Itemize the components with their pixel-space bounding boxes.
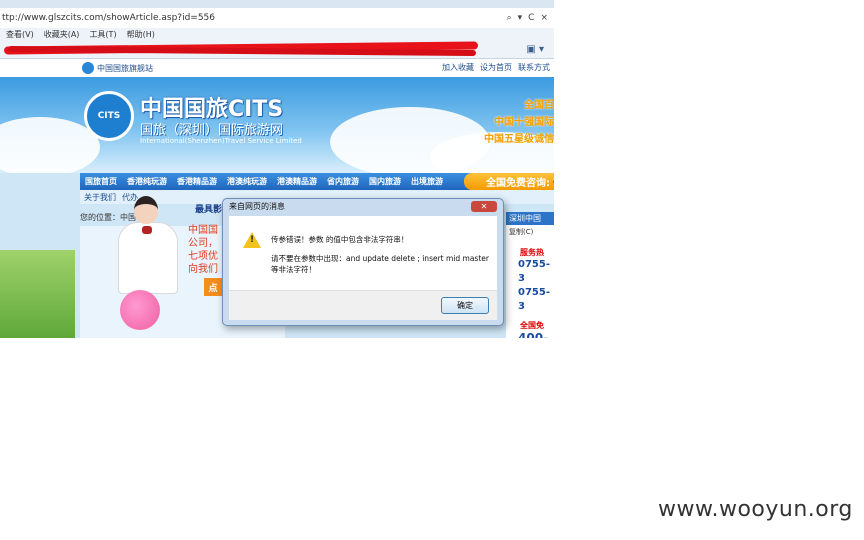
free-call-label: 全国免 <box>520 321 544 330</box>
grass-image <box>0 250 75 338</box>
dropdown-icon[interactable]: ▾ <box>518 13 523 23</box>
nav-domestic[interactable]: 国内旅游 <box>364 176 406 187</box>
slogan-line: 全国百 <box>524 100 554 111</box>
site-top-bar: 中国国旅旗舰站 加入收藏 设为首页 联系方式 <box>0 59 554 77</box>
right-column: 深圳中国 复制(C) 服务热 0755-3 0755-3 全国免 400-92 <box>506 212 554 338</box>
main-nav: 国旅首页 香港纯玩游 香港精品游 港澳纯玩游 港澳精品游 省内旅游 国内旅游 出… <box>80 173 554 190</box>
nav-province[interactable]: 省内旅游 <box>322 176 364 187</box>
dialog-message-primary: 传参错误！参数 的值中包含非法字符串！ <box>271 235 409 244</box>
slogan-line: 中国十强国际 <box>494 117 554 128</box>
promo-line: 七项优 <box>188 251 218 262</box>
page-icon[interactable]: ▣ ▾ <box>526 44 544 55</box>
menu-favorites[interactable]: 收藏夹(A) <box>44 29 80 40</box>
menu-tools[interactable]: 工具(T) <box>89 29 116 40</box>
nav-hk-pure[interactable]: 香港纯玩游 <box>122 176 172 187</box>
nav-home[interactable]: 国旅首页 <box>80 176 122 187</box>
nav-outbound[interactable]: 出境旅游 <box>406 176 448 187</box>
promo-button[interactable]: 点 <box>204 278 222 296</box>
phone-number: 0755-3 <box>518 259 550 284</box>
hostess-tie <box>142 226 152 234</box>
site-banner: CITS 中国国旅CITS 国旅（深圳）国际旅游网 International(… <box>0 77 554 173</box>
screenshot: ttp://www.glszcits.com/showArticle.asp?i… <box>0 0 554 338</box>
free-call-number: 400-92 <box>518 331 549 338</box>
right-heading: 深圳中国 <box>506 212 554 225</box>
globe-icon <box>82 62 94 74</box>
promo-title: 最具影 <box>195 205 223 215</box>
brand-subtitle: 国旅（深圳）国际旅游网 <box>140 123 284 138</box>
menu-bar: 查看(V) 收藏夹(A) 工具(T) 帮助(H) <box>0 28 554 41</box>
stop-icon[interactable]: × <box>540 13 548 23</box>
small-logo-text: 中国国旅旗舰站 <box>97 63 153 73</box>
contact-link[interactable]: 联系方式 <box>518 62 550 73</box>
add-favorite-link[interactable]: 加入收藏 <box>442 62 474 73</box>
menu-help[interactable]: 帮助(H) <box>127 29 155 40</box>
hostess-image <box>112 196 182 296</box>
dialog-title: 来自网页的消息 <box>229 202 285 211</box>
browser-top-strip <box>0 0 554 8</box>
close-icon[interactable]: ✕ <box>471 201 497 212</box>
small-logo[interactable]: 中国国旅旗舰站 <box>82 62 153 74</box>
search-icon[interactable]: ⌕ <box>507 13 512 23</box>
phone-number: 0755-3 <box>518 287 550 312</box>
dialog-footer: 确定 <box>229 290 497 320</box>
brand-english: International(Shenzhen)Travel Service Li… <box>140 137 302 145</box>
slogan: 全国百 中国十强国际 中国五星级诚信 <box>484 97 554 148</box>
promo-line: 中国国 <box>188 225 218 236</box>
hotline-number: 40 <box>553 176 554 187</box>
refresh-icon[interactable]: C <box>528 13 534 23</box>
url-text[interactable]: ttp://www.glszcits.com/showArticle.asp?i… <box>0 13 507 23</box>
nav-hkmo-pure[interactable]: 港澳纯玩游 <box>222 176 272 187</box>
dialog-message-secondary: 请不要在参数中出现：and update delete ; insert mid… <box>271 254 489 274</box>
top-links: 加入收藏 设为首页 联系方式 <box>442 62 550 73</box>
promo-line: 公司， <box>188 238 218 249</box>
nav-hkmo-premium[interactable]: 港澳精品游 <box>272 176 322 187</box>
nav-hk-premium[interactable]: 香港精品游 <box>172 176 222 187</box>
menu-view[interactable]: 查看(V) <box>6 29 34 40</box>
service-hotline-label: 服务热 <box>520 248 544 257</box>
hotline-label: 全国免费咨询: <box>486 178 550 189</box>
hostess-head <box>134 196 158 224</box>
dialog-body: ! 传参错误！参数 的值中包含非法字符串！ 请不要在参数中出现：and upda… <box>229 216 497 320</box>
ok-button[interactable]: 确定 <box>441 297 489 314</box>
watermark: www.wooyun.org <box>658 497 853 522</box>
address-bar[interactable]: ttp://www.glszcits.com/showArticle.asp?i… <box>0 8 554 29</box>
copy-menu-item[interactable]: 复制(C) <box>506 225 554 239</box>
toy-image <box>120 290 160 330</box>
dialog-titlebar[interactable]: 来自网页的消息 ✕ <box>223 199 503 215</box>
warning-icon: ! <box>243 232 261 248</box>
dialog-message-area: ! 传参错误！参数 的值中包含非法字符串！ 请不要在参数中出现：and upda… <box>229 216 497 290</box>
hotline-badge: 全国免费咨询: 40 <box>464 173 554 190</box>
promo-text: 中国国 公司， 七项优 向我们 <box>188 224 218 276</box>
cits-globe-icon: CITS <box>84 91 134 141</box>
set-homepage-link[interactable]: 设为首页 <box>480 62 512 73</box>
slogan-line: 中国五星级诚信 <box>484 134 554 145</box>
promo-line: 向我们 <box>188 264 218 275</box>
alert-dialog: 来自网页的消息 ✕ ! 传参错误！参数 的值中包含非法字符串！ 请不要在参数中出… <box>222 198 504 326</box>
address-tools: ⌕ ▾ C × <box>507 13 554 23</box>
